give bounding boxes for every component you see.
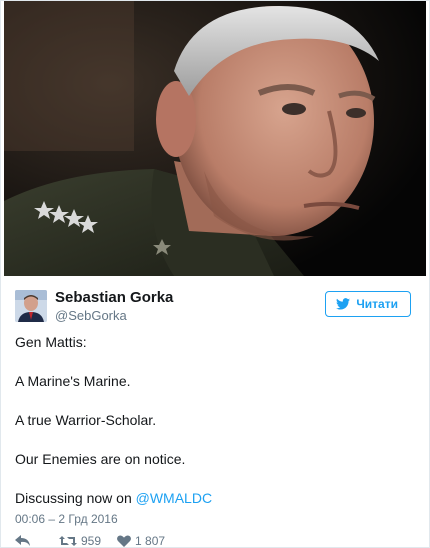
retweet-action[interactable]: 959	[59, 534, 102, 548]
mention-link[interactable]: @WMALDC	[136, 490, 212, 506]
tweet-actions: 959 1 807	[15, 534, 166, 548]
tweet-line: A true Warrior-Scholar.	[15, 412, 157, 428]
follow-button-label: Читати	[356, 297, 398, 311]
like-count: 1 807	[135, 534, 166, 548]
like-action[interactable]: 1 807	[117, 534, 166, 548]
author-handle[interactable]: @SebGorka	[55, 308, 173, 324]
follow-button[interactable]: Читати	[325, 291, 411, 317]
retweet-icon	[59, 536, 77, 546]
tweet-timestamp[interactable]: 00:06 – 2 Грд 2016	[15, 512, 118, 526]
twitter-bird-icon	[336, 298, 351, 310]
avatar-image	[15, 290, 47, 323]
author-display-name[interactable]: Sebastian Gorka	[55, 289, 173, 307]
tweet-line: A Marine's Marine.	[15, 373, 131, 389]
portrait-photo	[4, 1, 426, 276]
tweet-line: Our Enemies are on notice.	[15, 451, 186, 467]
tweet-card: Sebastian Gorka @SebGorka Читати Gen Mat…	[0, 0, 430, 548]
tweet-line: Gen Mattis:	[15, 334, 87, 350]
retweet-count: 959	[81, 534, 102, 548]
tweet-text: Gen Mattis: A Marine's Marine. A true Wa…	[15, 333, 415, 507]
reply-action[interactable]	[15, 535, 31, 547]
tweet-line: Discussing now on @WMALDC	[15, 489, 415, 507]
author-avatar[interactable]	[15, 290, 47, 323]
tweet-author[interactable]: Sebastian Gorka @SebGorka	[15, 289, 173, 324]
reply-icon	[15, 535, 30, 546]
heart-icon	[117, 535, 131, 547]
tweet-line-text: Discussing now on	[15, 490, 136, 506]
tweet-photo[interactable]	[4, 1, 426, 276]
